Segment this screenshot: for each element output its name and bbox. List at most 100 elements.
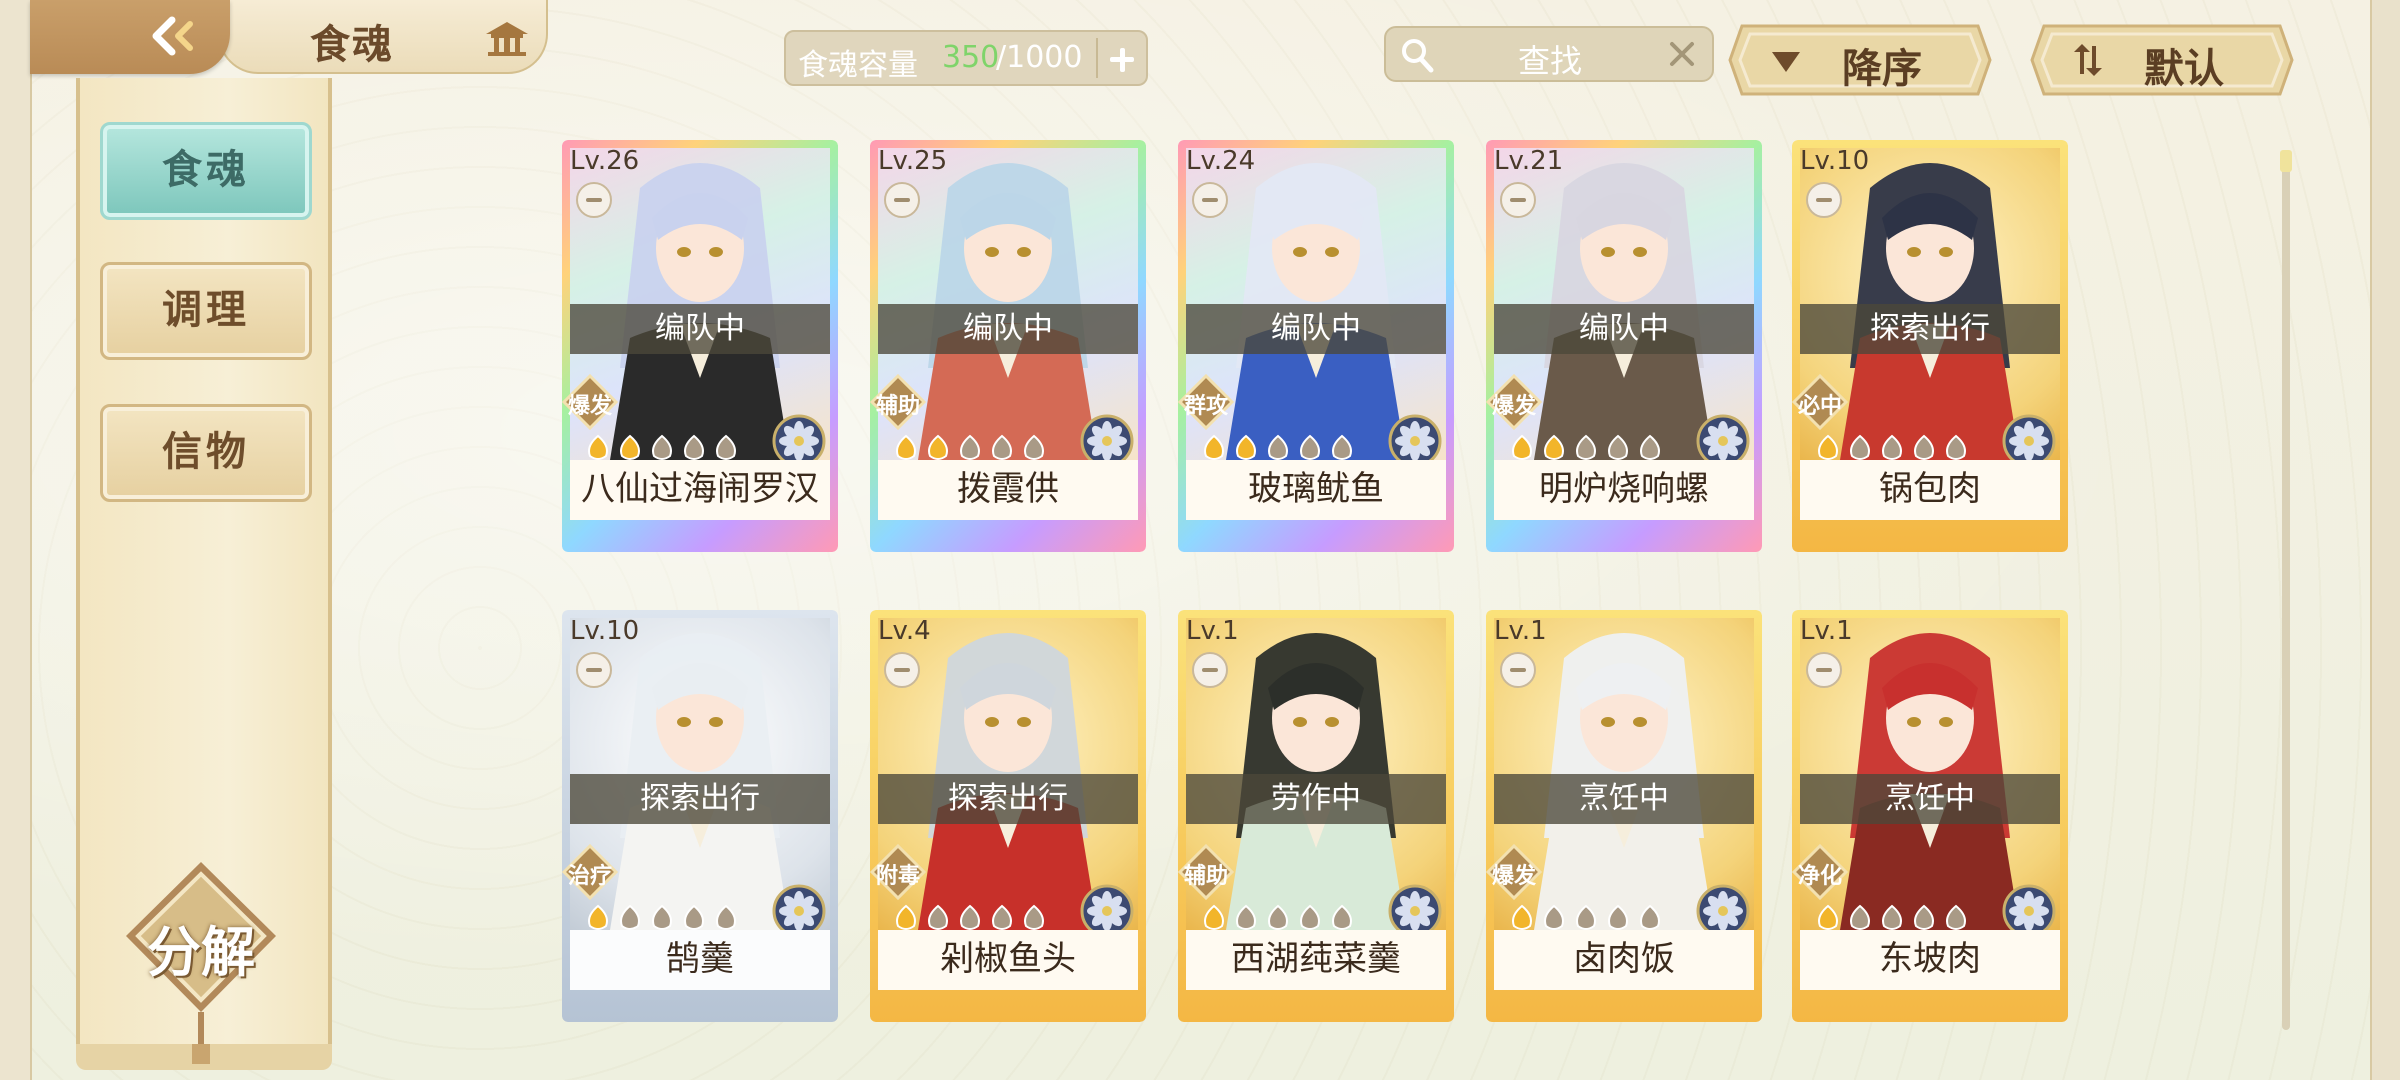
card-status-badge: 探索出行 [1800, 304, 2060, 354]
foodsoul-card[interactable]: Lv.1 烹饪中爆发卤肉饭 [1486, 610, 1762, 1022]
lock-seal-icon[interactable] [1500, 182, 1536, 218]
flame-star-icon-empty [1332, 904, 1352, 930]
foodsoul-card[interactable]: Lv.21 编队中 爆发 明炉烧响螺 [1486, 140, 1762, 552]
decompose-button[interactable]: 分解 [118, 856, 284, 1066]
page-title: 食魂 [310, 22, 394, 68]
card-status-badge: 烹饪中 [1494, 774, 1754, 824]
card-level: Lv.25 [878, 146, 948, 176]
flame-star-icon-empty [1300, 434, 1320, 460]
swap-icon [2074, 44, 2102, 76]
flame-star-icon-empty [992, 904, 1012, 930]
lock-seal-icon[interactable] [884, 182, 920, 218]
flame-star-icon-filled [1512, 904, 1532, 930]
lock-seal-icon[interactable] [576, 652, 612, 688]
flame-star-icon-empty [960, 904, 980, 930]
flame-star-icon-filled [588, 434, 608, 460]
flame-star-icon-filled [896, 434, 916, 460]
foodsoul-card[interactable]: Lv.25 编队中 辅助 拨霞供 [870, 140, 1146, 552]
lock-seal-icon[interactable] [1806, 652, 1842, 688]
title-tab: 食魂 [218, 0, 548, 74]
lock-seal-icon[interactable] [1192, 182, 1228, 218]
capacity-max: /1000 [996, 40, 1083, 75]
flame-star-icon-empty [684, 434, 704, 460]
close-icon[interactable] [1666, 38, 1698, 70]
sidebar-item-cultivate[interactable]: 调理 [100, 262, 312, 360]
lock-seal-icon[interactable] [1806, 182, 1842, 218]
flame-star-icon-empty [1300, 904, 1320, 930]
flame-star-icon-filled [620, 434, 640, 460]
card-status-badge: 烹饪中 [1800, 774, 2060, 824]
flame-star-icon-empty [1882, 434, 1902, 460]
back-button[interactable] [30, 0, 230, 74]
foodsoul-card[interactable]: Lv.4 探索出行 附毒 剁椒鱼头 [870, 610, 1146, 1022]
card-name: 锅包肉 [1800, 460, 2060, 520]
role-badge: 必中 [1792, 374, 1848, 430]
flame-star-icon-filled [1544, 434, 1564, 460]
flame-star-icon-empty [1332, 434, 1352, 460]
lock-seal-icon[interactable] [576, 182, 612, 218]
foodsoul-card[interactable]: Lv.24 编队中 群攻 玻璃鱿鱼 [1178, 140, 1454, 552]
card-level: Lv.10 [1800, 146, 1870, 176]
sort-order-button[interactable]: 降序 [1728, 20, 1992, 100]
flame-star-icon-empty [960, 434, 980, 460]
flame-star-icon-empty [1576, 904, 1596, 930]
role-badge: 附毒 [870, 844, 926, 900]
flame-star-icon-filled [1236, 434, 1256, 460]
card-level: Lv.24 [1186, 146, 1256, 176]
foodsoul-card[interactable]: Lv.10 探索出行必中锅包肉 [1792, 140, 2068, 552]
flame-star-icon-empty [716, 904, 736, 930]
foodsoul-card[interactable]: Lv.10 探索出行 治疗 鹄羹 [562, 610, 838, 1022]
game-screen: 食魂 食魂容量 350 /1000 查找 降序 默认 食魂 调理 信物 分解 L… [0, 0, 2400, 1080]
card-status-badge: 编队中 [878, 304, 1138, 354]
foodsoul-card[interactable]: Lv.1 劳作中 辅助 西湖莼菜羹 [1178, 610, 1454, 1022]
star-rating [1204, 434, 1352, 460]
card-level: Lv.10 [570, 616, 640, 646]
flame-star-icon-empty [652, 904, 672, 930]
sort-mode-button[interactable]: 默认 [2030, 20, 2294, 100]
sidebar-item-token[interactable]: 信物 [100, 404, 312, 502]
foodsoul-card[interactable]: Lv.26 编队中 爆发 八仙过海闹罗汉 [562, 140, 838, 552]
scrollbar-thumb[interactable] [2280, 150, 2292, 172]
role-label: 必中 [1797, 394, 1842, 419]
expand-capacity-button[interactable] [1096, 38, 1138, 78]
lock-seal-icon[interactable] [1500, 652, 1536, 688]
role-badge: 净化 [1792, 844, 1848, 900]
card-level: Lv.1 [1800, 616, 1853, 646]
card-name: 八仙过海闹罗汉 [570, 460, 830, 520]
back-arrow-icon [152, 16, 193, 56]
card-status-badge: 探索出行 [878, 774, 1138, 824]
card-status-badge: 编队中 [1494, 304, 1754, 354]
pavilion-home-icon[interactable] [482, 18, 532, 58]
flame-star-icon-filled [928, 434, 948, 460]
foodsoul-card[interactable]: Lv.1 烹饪中 净化 东坡肉 [1792, 610, 2068, 1022]
flame-star-icon-filled [1512, 434, 1532, 460]
lock-seal-icon[interactable] [884, 652, 920, 688]
star-rating [588, 434, 736, 460]
search-input[interactable]: 查找 [1384, 26, 1714, 82]
role-label: 爆发 [567, 394, 612, 419]
capacity-label: 食魂容量 [798, 48, 918, 83]
flame-star-icon-empty [1024, 434, 1044, 460]
flame-star-icon-filled [1818, 904, 1838, 930]
role-label: 群攻 [1183, 394, 1228, 419]
star-rating [1204, 904, 1352, 930]
flame-star-icon-empty [1850, 434, 1870, 460]
flame-star-icon-empty [1608, 434, 1628, 460]
role-label: 辅助 [875, 394, 920, 419]
lock-seal-icon[interactable] [1192, 652, 1228, 688]
card-status-badge: 探索出行 [570, 774, 830, 824]
role-badge: 群攻 [1178, 374, 1234, 430]
card-level: Lv.1 [1494, 616, 1547, 646]
star-rating [588, 904, 736, 930]
flame-star-icon-filled [1204, 904, 1224, 930]
card-level: Lv.4 [878, 616, 931, 646]
sort-mode-label: 默认 [2144, 46, 2224, 92]
card-name: 卤肉饭 [1494, 930, 1754, 990]
role-label: 爆发 [1491, 864, 1536, 889]
card-name: 玻璃鱿鱼 [1186, 460, 1446, 520]
flame-star-icon-empty [1946, 904, 1966, 930]
flame-star-icon-empty [1024, 904, 1044, 930]
card-name: 西湖莼菜羹 [1186, 930, 1446, 990]
scrollbar-track[interactable] [2282, 150, 2290, 1030]
sidebar-item-foodsoul[interactable]: 食魂 [100, 122, 312, 220]
